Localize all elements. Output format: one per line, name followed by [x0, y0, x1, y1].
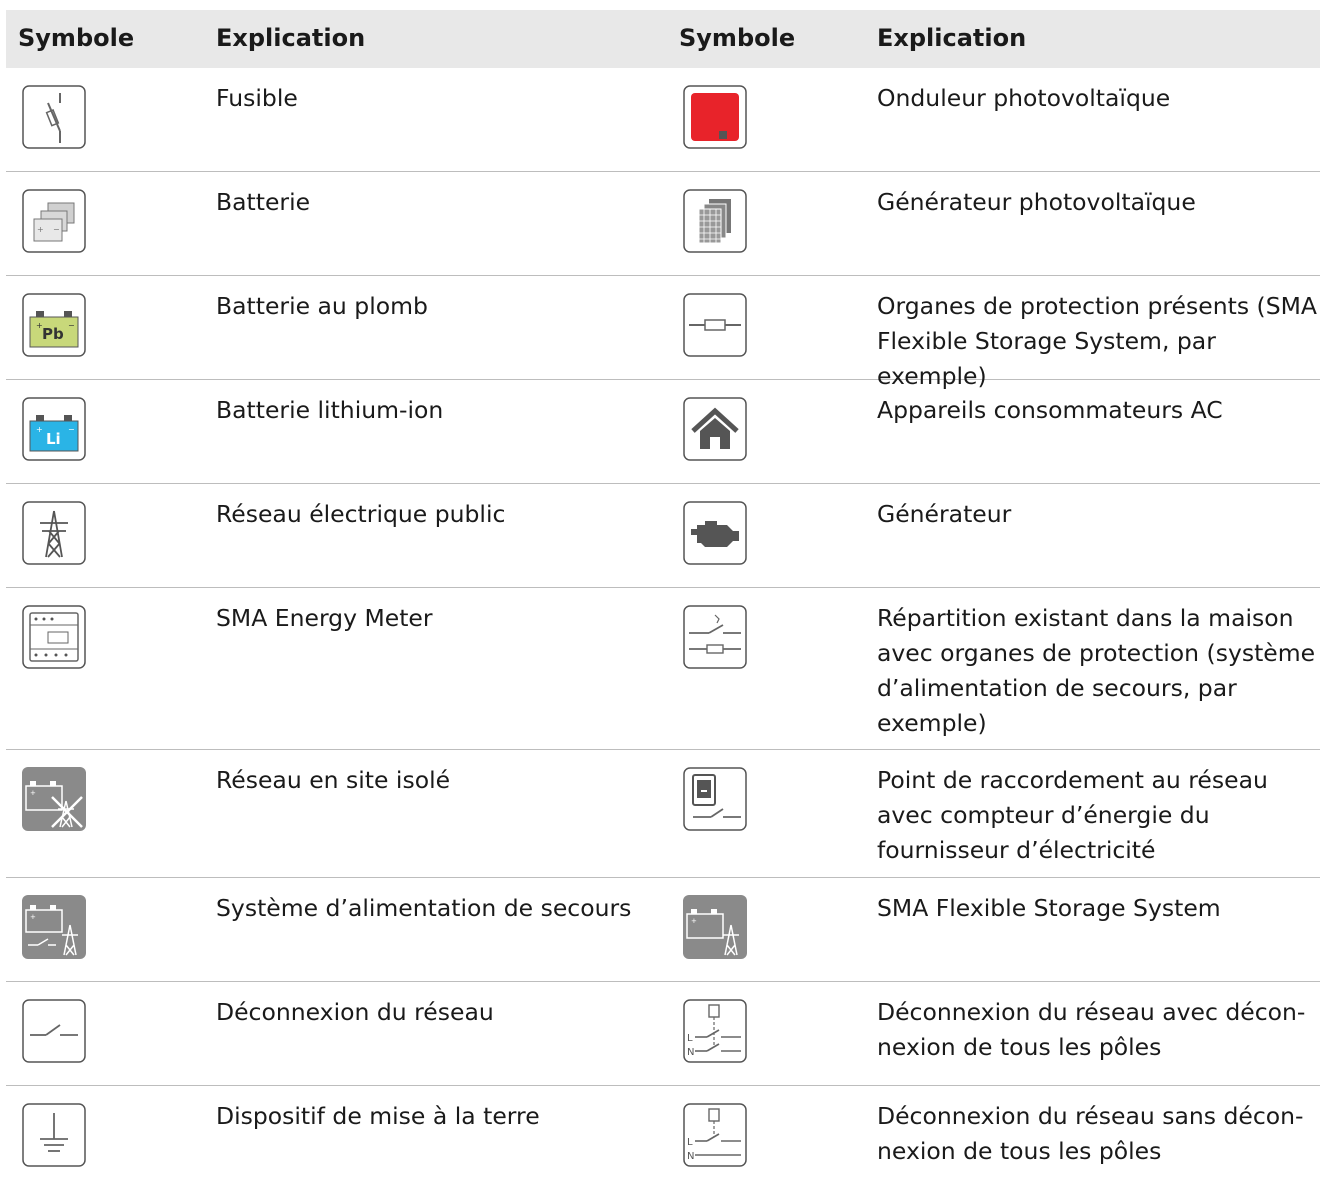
house-distribution-icon: [683, 605, 747, 669]
svg-text:+: +: [36, 425, 43, 434]
table-row: + − Li Batterie lithium-ion Appareils co…: [6, 380, 1320, 484]
header-symbol-right: Symbole: [679, 24, 796, 52]
explanation-house-distribution: Répartition existant dans la maison avec…: [877, 604, 1316, 737]
explanation-generator: Générateur: [877, 500, 1012, 528]
explanation-off-grid: Réseau en site isolé: [216, 766, 451, 794]
battery-icon: + −: [22, 189, 86, 253]
ac-loads-house-icon: [683, 397, 747, 461]
header-explanation-left: Explication: [216, 24, 366, 52]
explanation-protective-devices: Organes de protection présents (SMA Flex…: [877, 292, 1317, 390]
fuse-icon: [22, 85, 86, 149]
table-header: Symbole Explication Symbole Explication: [6, 10, 1320, 68]
explanation-lithium-battery: Batterie lithium-ion: [216, 396, 444, 424]
explanation-backup-system: Système d’alimentation de secours: [216, 894, 632, 922]
grid-connection-point-meter-icon: [683, 767, 747, 831]
explanation-pv-generator: Générateur photovoltaïque: [877, 188, 1196, 216]
generator-engine-icon: [683, 501, 747, 565]
pv-generator-icon: [683, 189, 747, 253]
svg-text:N: N: [687, 1151, 694, 1162]
svg-text:+: +: [30, 789, 36, 797]
explanation-energy-meter: SMA Energy Meter: [216, 604, 433, 632]
all-pole-disconnect-icon: L N: [683, 999, 747, 1063]
explanation-grid-connection-point: Point de raccordement au réseau avec com…: [877, 766, 1268, 864]
table-row: Dispositif de mise à la terre L N Déconn…: [6, 1086, 1320, 1185]
off-grid-icon: +: [22, 767, 86, 831]
grid-disconnect-icon: [22, 999, 86, 1063]
energy-meter-icon: [22, 605, 86, 669]
table-row: Déconnexion du réseau L N Déconnexion du…: [6, 982, 1320, 1086]
utility-grid-pylon-icon: [22, 501, 86, 565]
svg-text:−: −: [53, 225, 60, 234]
table-row: + Système d’alimentation de secours + SM…: [6, 878, 1320, 982]
explanation-pv-inverter: Onduleur photovoltaïque: [877, 84, 1171, 112]
explanation-single-pole-disconnect: Déconnexion du réseau sans décon-nexion …: [877, 1102, 1304, 1165]
grounding-icon: [22, 1103, 86, 1167]
backup-system-icon: +: [22, 895, 86, 959]
explanation-flexible-storage: SMA Flexible Storage System: [877, 894, 1221, 922]
svg-text:Li: Li: [46, 430, 61, 448]
flexible-storage-icon: +: [683, 895, 747, 959]
pv-inverter-icon: [683, 85, 747, 149]
lead-battery-icon: + − Pb: [22, 293, 86, 357]
svg-text:N: N: [687, 1047, 694, 1058]
table-row: Fusible Onduleur photovoltaïque: [6, 68, 1320, 172]
svg-text:−: −: [68, 425, 75, 434]
lithium-battery-icon: + − Li: [22, 397, 86, 461]
explanation-battery: Batterie: [216, 188, 311, 216]
explanation-grounding: Dispositif de mise à la terre: [216, 1102, 540, 1130]
explanation-grid-disconnect: Déconnexion du réseau: [216, 998, 494, 1026]
single-pole-disconnect-icon: L N: [683, 1103, 747, 1167]
header-symbol-left: Symbole: [18, 24, 135, 52]
protective-devices-icon: [683, 293, 747, 357]
svg-text:L: L: [687, 1033, 693, 1044]
table-row: Réseau électrique public Générateur: [6, 484, 1320, 588]
svg-text:−: −: [68, 321, 75, 330]
explanation-utility-grid: Réseau électrique public: [216, 500, 506, 528]
svg-text:+: +: [691, 917, 697, 925]
table-row: + − Batterie Générateur photovoltaïque: [6, 172, 1320, 276]
table-row: + Réseau en site isolé Point de raccorde…: [6, 750, 1320, 878]
svg-text:+: +: [37, 225, 44, 234]
explanation-fuse: Fusible: [216, 84, 298, 112]
header-explanation-right: Explication: [877, 24, 1027, 52]
svg-text:+: +: [30, 913, 36, 921]
svg-text:L: L: [687, 1137, 693, 1148]
table-row: + − Pb Batterie au plomb Organes de prot…: [6, 276, 1320, 390]
explanation-all-pole-disconnect: Déconnexion du réseau avec décon-nexion …: [877, 998, 1306, 1061]
explanation-ac-loads: Appareils consommateurs AC: [877, 396, 1223, 424]
svg-text:Pb: Pb: [42, 325, 64, 343]
explanation-lead-battery: Batterie au plomb: [216, 292, 428, 320]
table-row: SMA Energy Meter Répartition existant da…: [6, 588, 1320, 750]
